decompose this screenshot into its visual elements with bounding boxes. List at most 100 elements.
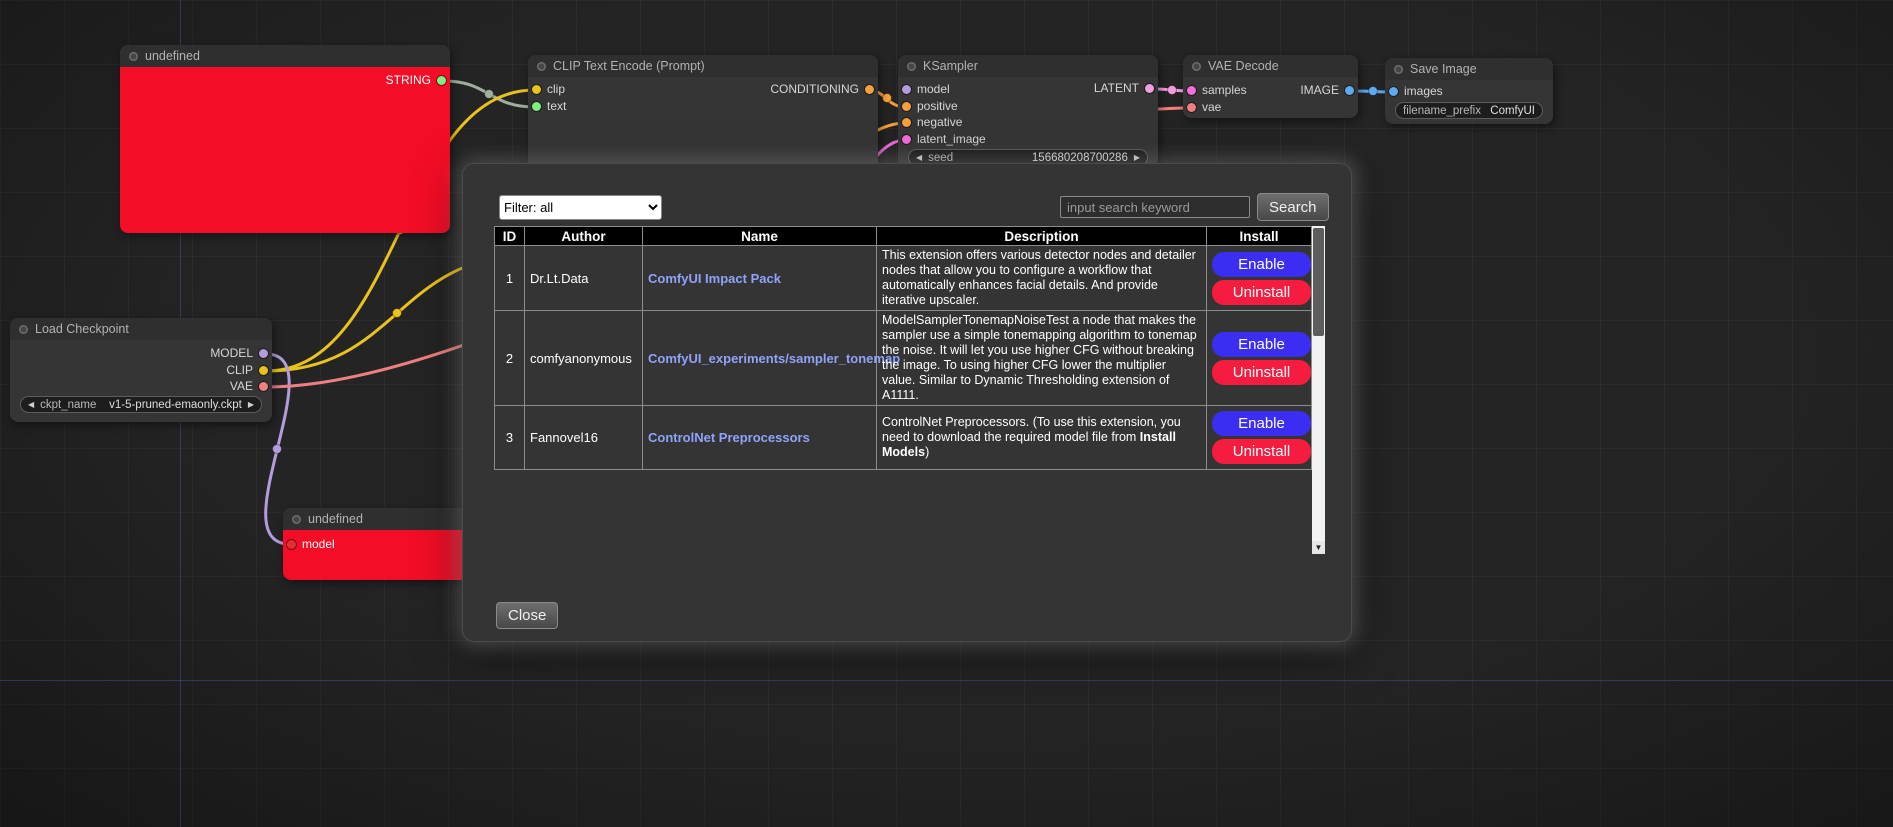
uninstall-button[interactable]: Uninstall	[1212, 439, 1311, 464]
slot-label: latent_image	[917, 132, 986, 146]
input-dot-latent-image[interactable]	[902, 135, 911, 144]
scrollbar-thumb[interactable]	[1313, 228, 1324, 336]
input-dot-images[interactable]	[1389, 87, 1398, 96]
collapse-dot-icon[interactable]	[537, 62, 546, 71]
widget-arrow-right-icon[interactable]: ▶	[248, 401, 254, 409]
widget-value: ComfyUI	[1490, 105, 1535, 117]
widget-label: filename_prefix	[1403, 105, 1481, 117]
input-dot-samples[interactable]	[1187, 86, 1196, 95]
table-header-row: ID Author Name Description Install	[495, 227, 1312, 246]
scrollbar-down-arrow-icon[interactable]: ▼	[1312, 541, 1325, 554]
slot-label: positive	[917, 99, 958, 113]
enable-button[interactable]: Enable	[1212, 332, 1311, 357]
input-dot-model[interactable]	[902, 85, 911, 94]
node-load-checkpoint[interactable]: Load Checkpoint MODEL CLIP VAE ◀ ckpt_na…	[10, 318, 272, 422]
filter-select[interactable]: Filter: all	[499, 195, 662, 220]
collapse-dot-icon[interactable]	[129, 52, 138, 61]
wire-midpoint-dot	[273, 445, 282, 454]
column-header-id: ID	[495, 227, 525, 246]
widget-value: v1-5-pruned-emaonly.ckpt	[109, 399, 242, 411]
extension-description: ModelSamplerTonemapNoiseTest a node that…	[877, 311, 1207, 406]
collapse-dot-icon[interactable]	[19, 325, 28, 334]
column-header-install: Install	[1207, 227, 1312, 246]
slot-label: IMAGE	[1300, 83, 1339, 97]
slot-label: model	[917, 82, 950, 96]
extension-id: 3	[495, 406, 525, 470]
enable-button[interactable]: Enable	[1212, 411, 1311, 436]
extension-author: Fannovel16	[525, 406, 643, 470]
graph-canvas[interactable]: undefined STRING CLIP Text Encode (Promp…	[0, 0, 1893, 827]
ckpt-name-widget[interactable]: ◀ ckpt_name v1-5-pruned-emaonly.ckpt ▶	[20, 396, 262, 413]
extension-author: Dr.Lt.Data	[525, 246, 643, 311]
uninstall-button[interactable]: Uninstall	[1212, 280, 1311, 305]
canvas-axis-horizontal	[0, 680, 1893, 681]
node-title: Save Image	[1410, 62, 1477, 76]
custom-nodes-manager-dialog: Filter: all Search ID Author Name Descri…	[462, 163, 1352, 642]
output-dot-string[interactable]	[437, 76, 446, 85]
input-dot-clip[interactable]	[532, 85, 541, 94]
filename-prefix-widget[interactable]: filename_prefix ComfyUI	[1395, 102, 1543, 119]
node-title: VAE Decode	[1208, 59, 1279, 73]
extension-link[interactable]: ComfyUI Impact Pack	[648, 271, 781, 286]
output-dot-model[interactable]	[259, 349, 268, 358]
node-clip-text-encode[interactable]: CLIP Text Encode (Prompt) clip text COND…	[528, 55, 878, 175]
node-vae-decode[interactable]: VAE Decode samples vae IMAGE	[1183, 55, 1358, 118]
node-title: CLIP Text Encode (Prompt)	[553, 59, 705, 73]
collapse-dot-icon[interactable]	[907, 62, 916, 71]
output-dot-clip[interactable]	[259, 366, 268, 375]
node-undefined-top[interactable]: undefined STRING	[120, 45, 450, 233]
collapse-dot-icon[interactable]	[292, 515, 301, 524]
search-input[interactable]	[1060, 196, 1250, 218]
node-ksampler[interactable]: KSampler model positive negative latent_…	[898, 55, 1158, 167]
column-header-author: Author	[525, 227, 643, 246]
output-dot-latent[interactable]	[1145, 84, 1154, 93]
wire-midpoint-dot	[883, 94, 892, 103]
widget-value: 156680208700286	[1032, 152, 1128, 164]
extension-description: ControlNet Preprocessors. (To use this e…	[877, 406, 1207, 470]
input-dot-vae[interactable]	[1187, 103, 1196, 112]
extension-row: 2 comfyanonymous ComfyUI_experiments/sam…	[495, 311, 1312, 406]
node-title: Load Checkpoint	[35, 322, 129, 336]
node-title: undefined	[308, 512, 363, 526]
node-save-image[interactable]: Save Image images filename_prefix ComfyU…	[1385, 58, 1553, 124]
extension-row: 3 Fannovel16 ControlNet Preprocessors Co…	[495, 406, 1312, 470]
widget-label: seed	[928, 152, 953, 164]
extension-link[interactable]: ControlNet Preprocessors	[648, 430, 810, 445]
slot-label: MODEL	[210, 346, 253, 360]
wire-midpoint-dot	[1369, 87, 1378, 96]
widget-arrow-left-icon[interactable]: ◀	[916, 154, 922, 162]
input-dot-model[interactable]	[287, 540, 296, 549]
input-dot-negative[interactable]	[902, 118, 911, 127]
slot-label: CLIP	[226, 363, 253, 377]
widget-arrow-right-icon[interactable]: ▶	[1134, 154, 1140, 162]
table-scrollbar[interactable]: ▼	[1312, 226, 1325, 554]
column-header-description: Description	[877, 227, 1207, 246]
widget-label: ckpt_name	[40, 399, 96, 411]
extension-author: comfyanonymous	[525, 311, 643, 406]
slot-label: model	[302, 537, 335, 551]
wire-midpoint-dot	[485, 90, 494, 99]
extension-id: 2	[495, 311, 525, 406]
output-dot-image[interactable]	[1345, 86, 1354, 95]
node-title: undefined	[145, 49, 200, 63]
slot-label: VAE	[230, 379, 253, 393]
column-header-name: Name	[643, 227, 877, 246]
input-dot-positive[interactable]	[902, 102, 911, 111]
extension-id: 1	[495, 246, 525, 311]
input-dot-text[interactable]	[532, 102, 541, 111]
extension-link[interactable]: ComfyUI_experiments/sampler_tonemap	[648, 351, 900, 366]
output-dot-conditioning[interactable]	[865, 85, 874, 94]
close-button[interactable]: Close	[496, 602, 558, 629]
slot-label: samples	[1202, 83, 1247, 97]
wire-midpoint-dot	[1168, 86, 1177, 95]
wire-string-to-text	[444, 81, 535, 107]
collapse-dot-icon[interactable]	[1394, 65, 1403, 74]
uninstall-button[interactable]: Uninstall	[1212, 360, 1311, 385]
extension-description: This extension offers various detector n…	[877, 246, 1207, 311]
enable-button[interactable]: Enable	[1212, 252, 1311, 277]
widget-arrow-left-icon[interactable]: ◀	[28, 401, 34, 409]
slot-label: negative	[917, 115, 962, 129]
output-dot-vae[interactable]	[259, 382, 268, 391]
search-button[interactable]: Search	[1257, 193, 1329, 221]
collapse-dot-icon[interactable]	[1192, 62, 1201, 71]
